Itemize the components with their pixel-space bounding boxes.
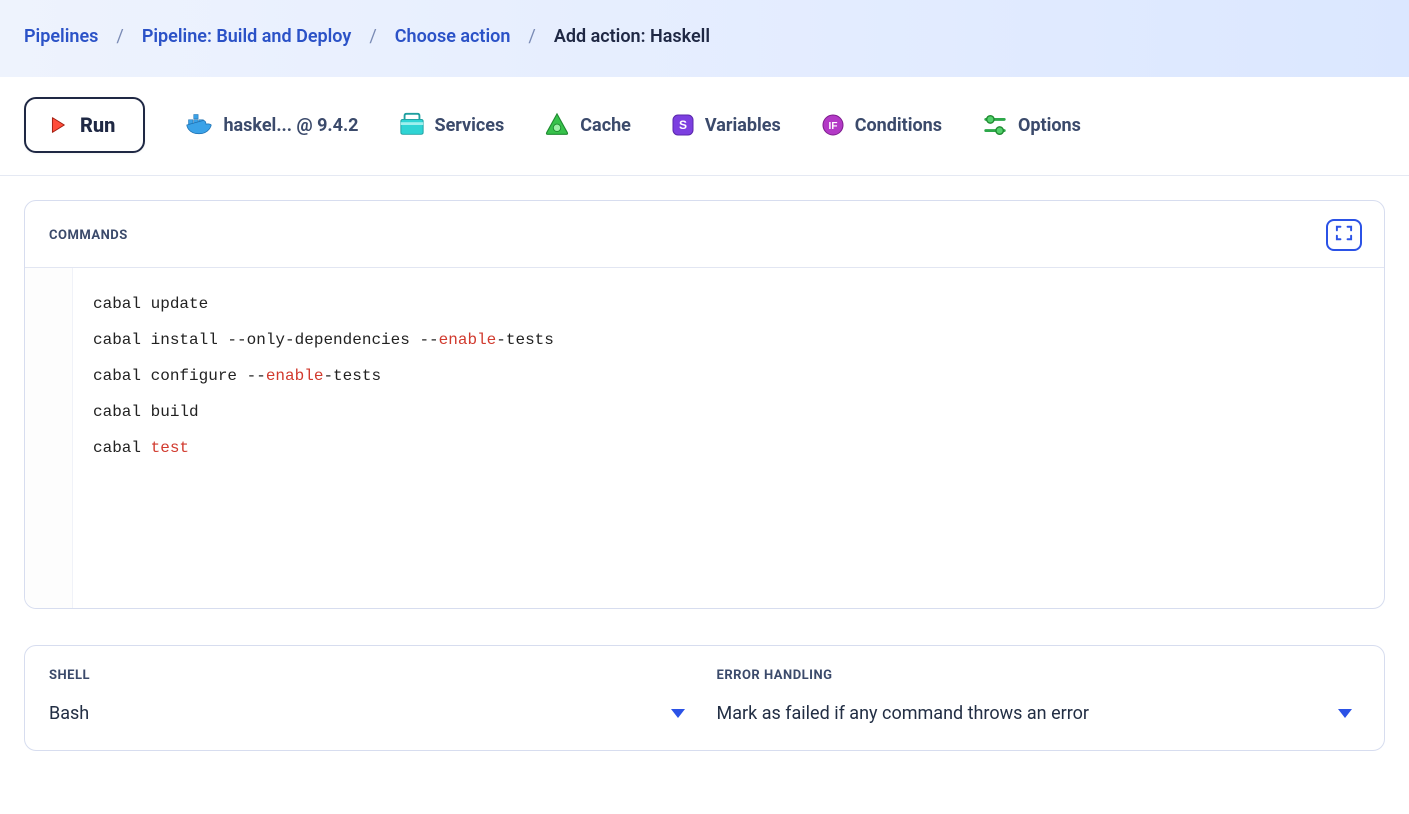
- conditions-icon: IF: [821, 113, 845, 137]
- expand-button[interactable]: [1326, 219, 1362, 251]
- shell-label: SHELL: [49, 668, 693, 683]
- tab-run-label: Run: [80, 113, 115, 137]
- error-handling-label: ERROR HANDLING: [717, 668, 1361, 683]
- chevron-down-icon: [1338, 709, 1352, 718]
- tab-conditions-label: Conditions: [855, 115, 942, 136]
- tab-conditions[interactable]: IF Conditions: [821, 113, 942, 137]
- svg-text:IF: IF: [828, 121, 837, 132]
- breadcrumb: Pipelines / Pipeline: Build and Deploy /…: [0, 0, 1409, 77]
- settings-panel: SHELL Bash ERROR HANDLING Mark as failed…: [24, 645, 1385, 751]
- tab-services-label: Services: [435, 115, 505, 136]
- tab-image-label: haskel... @ 9.4.2: [223, 115, 358, 136]
- tab-cache[interactable]: Cache: [544, 112, 631, 138]
- error-handling-value: Mark as failed if any command throws an …: [717, 703, 1090, 724]
- chevron-down-icon: [671, 709, 685, 718]
- services-icon: [399, 112, 425, 138]
- shell-value: Bash: [49, 703, 89, 724]
- breadcrumb-separator-icon: /: [528, 26, 535, 47]
- expand-icon: [1335, 225, 1353, 245]
- breadcrumb-link-pipelines[interactable]: Pipelines: [24, 26, 98, 47]
- variables-icon: S: [671, 113, 695, 137]
- breadcrumb-link-pipeline[interactable]: Pipeline: Build and Deploy: [142, 26, 351, 47]
- tab-variables[interactable]: S Variables: [671, 113, 781, 137]
- options-icon: [982, 112, 1008, 138]
- tabs-bar: Run haskel... @ 9.4.2 Services: [0, 77, 1409, 176]
- commands-panel: COMMANDS cabal update cabal install --on…: [24, 200, 1385, 609]
- tab-cache-label: Cache: [580, 115, 631, 136]
- tab-docker-image[interactable]: haskel... @ 9.4.2: [185, 112, 358, 138]
- tab-options-label: Options: [1018, 115, 1081, 136]
- svg-text:S: S: [679, 118, 687, 132]
- breadcrumb-separator-icon: /: [116, 26, 123, 47]
- tab-options[interactable]: Options: [982, 112, 1081, 138]
- error-handling-select[interactable]: Mark as failed if any command throws an …: [717, 703, 1361, 724]
- tab-variables-label: Variables: [705, 115, 781, 136]
- commands-label: COMMANDS: [49, 228, 128, 243]
- tab-run[interactable]: Run: [24, 97, 145, 153]
- commands-editor[interactable]: cabal update cabal install --only-depend…: [73, 268, 1384, 608]
- breadcrumb-current: Add action: Haskell: [554, 26, 710, 47]
- breadcrumb-separator-icon: /: [369, 26, 376, 47]
- code-gutter: [25, 268, 73, 608]
- play-icon: [46, 114, 68, 136]
- breadcrumb-link-choose-action[interactable]: Choose action: [395, 26, 511, 47]
- shell-select[interactable]: Bash: [49, 703, 693, 724]
- docker-icon: [185, 112, 213, 138]
- tab-services[interactable]: Services: [399, 112, 505, 138]
- cache-icon: [544, 112, 570, 138]
